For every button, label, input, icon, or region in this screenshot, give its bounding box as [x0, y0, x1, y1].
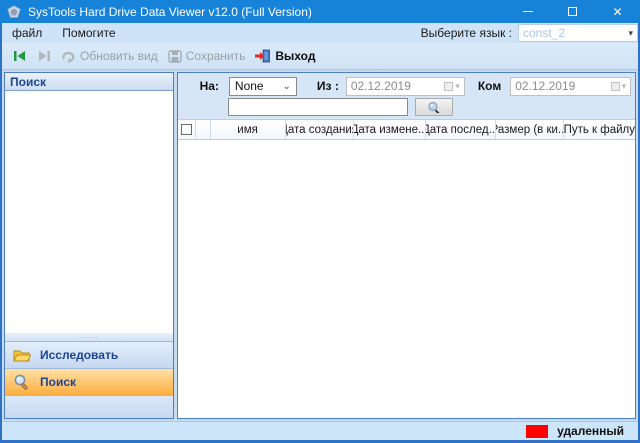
save-button[interactable]: Сохранить	[163, 47, 251, 65]
column-header-date-modified[interactable]: Дата измене...	[354, 120, 426, 139]
save-icon	[168, 49, 182, 63]
first-page-icon	[14, 51, 25, 61]
table-body[interactable]	[177, 140, 635, 418]
nav-search-label: Поиск	[40, 375, 77, 389]
exit-label: Выход	[275, 49, 316, 63]
search-panel-body[interactable]	[5, 91, 173, 333]
calendar-dropdown-icon: ▾	[610, 81, 626, 92]
select-all-header[interactable]	[178, 120, 196, 139]
nav-item-explore[interactable]: Исследовать	[5, 341, 173, 368]
column-header-size[interactable]: Размер (в ки...	[496, 120, 564, 139]
refresh-label: Обновить вид	[80, 49, 158, 63]
maximize-button[interactable]	[550, 0, 595, 23]
search-go-button[interactable]	[414, 98, 453, 116]
refresh-icon	[62, 51, 75, 63]
menu-help[interactable]: Помогите	[52, 23, 125, 43]
deleted-legend-swatch	[526, 424, 549, 438]
filter-to-datepicker[interactable]: 02.12.2019 ▾	[510, 76, 632, 96]
search-input[interactable]	[227, 98, 408, 116]
folder-icon	[13, 350, 31, 361]
window-frame: файл Помогите Выберите язык : const_2 ▾	[0, 23, 640, 443]
title-bar: SysTools Hard Drive Data Viewer v12.0 (F…	[0, 0, 640, 23]
language-label: Выберите язык :	[420, 26, 512, 40]
filter-to-label: Ком	[477, 79, 502, 93]
results-panel: На: None ⌄ Из : 02.12.2019 ▾ Ком 02.12.2…	[176, 72, 636, 419]
chevron-down-icon: ▾	[628, 27, 633, 38]
close-icon: ✕	[612, 4, 623, 19]
close-button[interactable]: ✕	[595, 0, 640, 23]
column-header-path[interactable]: Путь к файлу	[564, 120, 635, 139]
nav-explore-label: Исследовать	[40, 348, 119, 362]
first-page-button[interactable]	[8, 48, 32, 64]
nav-filler	[5, 395, 173, 418]
search-icon	[14, 374, 28, 390]
splitter-dots: ......	[76, 333, 101, 340]
filter-area: На: None ⌄ Из : 02.12.2019 ▾ Ком 02.12.2…	[178, 73, 635, 119]
exit-icon	[255, 49, 271, 63]
panel-splitter[interactable]: ......	[5, 333, 173, 341]
search-panel: Поиск ...... Исследовать Поиск	[4, 72, 174, 419]
column-header-icon[interactable]	[196, 120, 211, 139]
filter-from-label: Из :	[316, 79, 339, 93]
column-header-date-created[interactable]: Дата создания	[286, 120, 354, 139]
minimize-icon	[522, 11, 533, 12]
minimize-button[interactable]	[505, 0, 550, 23]
filter-on-select[interactable]: None ⌄	[228, 76, 297, 96]
deleted-legend-label: удаленный	[557, 424, 624, 438]
column-header-name[interactable]: имя	[211, 120, 286, 139]
filter-to-value: 02.12.2019	[515, 79, 576, 93]
magnifier-icon	[427, 101, 440, 113]
save-label: Сохранить	[185, 49, 246, 63]
workspace: Поиск ...... Исследовать Поиск На: None …	[2, 70, 638, 421]
select-all-checkbox[interactable]	[180, 124, 192, 135]
language-select[interactable]: const_2 ▾	[518, 24, 638, 42]
language-value: const_2	[523, 26, 566, 40]
toolbar: Обновить вид Сохранить Выход	[2, 43, 638, 70]
nav-item-search[interactable]: Поиск	[5, 368, 173, 395]
filter-on-value: None	[234, 79, 264, 93]
refresh-button[interactable]: Обновить вид	[56, 47, 163, 65]
menu-file[interactable]: файл	[2, 23, 52, 43]
filter-from-value: 02.12.2019	[350, 79, 411, 93]
status-bar: удаленный	[2, 421, 638, 440]
last-page-icon	[39, 51, 50, 61]
maximize-icon	[568, 7, 577, 16]
app-logo-icon	[7, 4, 21, 18]
chevron-down-icon: ⌄	[282, 80, 291, 92]
window-title: SysTools Hard Drive Data Viewer v12.0 (F…	[28, 4, 312, 19]
last-page-button[interactable]	[32, 48, 56, 64]
menu-bar: файл Помогите Выберите язык : const_2 ▾	[2, 23, 638, 43]
exit-button[interactable]: Выход	[250, 47, 320, 65]
table-header-row: имя Дата создания Дата измене... Дата по…	[177, 119, 635, 140]
column-header-date-accessed[interactable]: Дата послед...	[426, 120, 496, 139]
calendar-dropdown-icon: ▾	[444, 81, 460, 92]
filter-from-datepicker[interactable]: 02.12.2019 ▾	[345, 76, 465, 96]
search-panel-header: Поиск	[5, 73, 173, 91]
filter-on-label: На:	[199, 79, 219, 93]
